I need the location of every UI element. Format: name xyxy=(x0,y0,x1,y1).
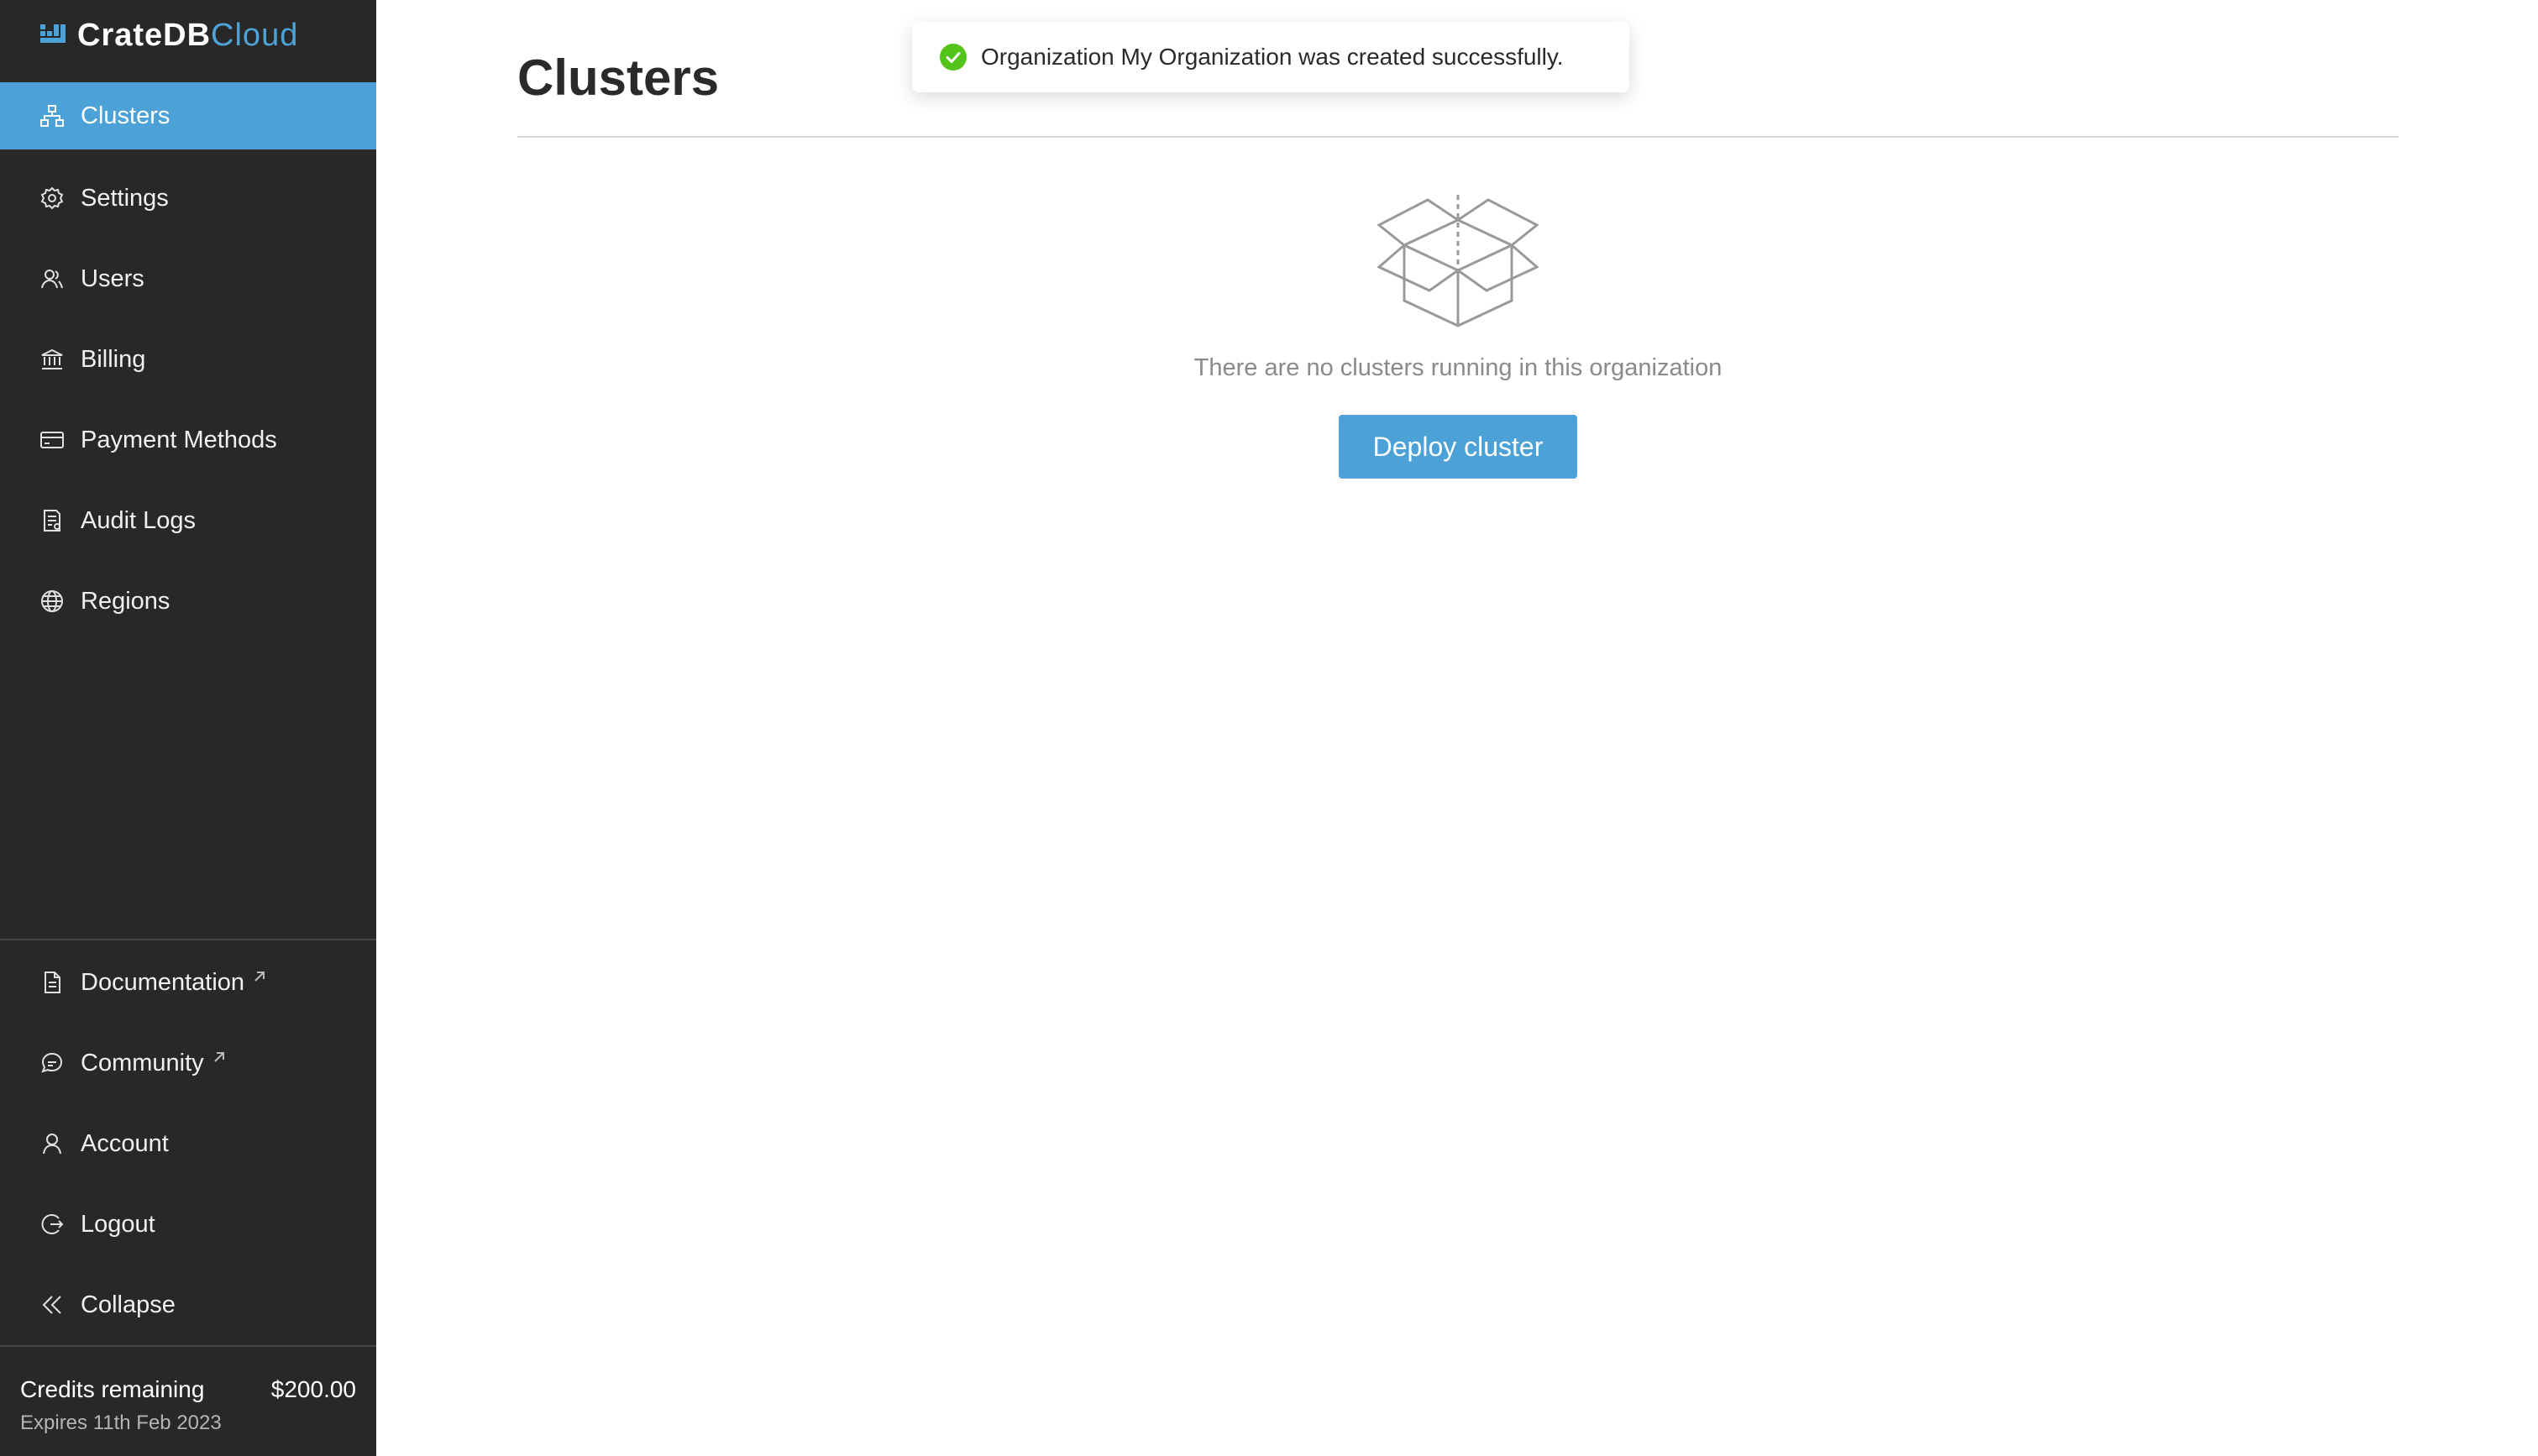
credits-panel: Credits remaining $200.00 Expires 11th F… xyxy=(0,1348,376,1456)
sidebar-item-label: Users xyxy=(81,264,144,292)
credits-expiry: Expires 11th Feb 2023 xyxy=(20,1411,222,1434)
open-box-icon xyxy=(1377,195,1539,327)
sidebar-item-label: Collapse xyxy=(81,1291,176,1318)
check-circle-icon xyxy=(940,44,967,71)
sidebar-divider xyxy=(0,939,376,940)
sidebar-item-settings[interactable]: Settings xyxy=(0,165,376,232)
sidebar-item-label: Account xyxy=(81,1129,169,1157)
clusters-icon xyxy=(39,102,66,129)
success-toast: Organization My Organization was created… xyxy=(912,22,1629,92)
logo-text: CrateDBCloud xyxy=(77,17,299,53)
sidebar-item-clusters[interactable]: Clusters xyxy=(0,82,376,149)
sidebar-item-label: Clusters xyxy=(81,102,170,129)
sidebar-item-label: Community xyxy=(81,1049,204,1076)
sidebar-item-users[interactable]: Users xyxy=(0,245,376,312)
document-icon xyxy=(39,969,66,996)
sidebar-item-label: Regions xyxy=(81,587,170,615)
gear-icon xyxy=(39,185,66,212)
toast-message: Organization My Organization was created… xyxy=(981,44,1564,70)
title-divider xyxy=(517,136,2399,138)
sidebar-item-logout[interactable]: Logout xyxy=(0,1191,376,1258)
cratedb-logo-icon xyxy=(40,24,66,43)
sidebar-item-label: Payment Methods xyxy=(81,426,277,453)
sidebar-item-regions[interactable]: Regions xyxy=(0,568,376,635)
sidebar-item-payment-methods[interactable]: Payment Methods xyxy=(0,406,376,474)
sidebar-item-account[interactable]: Account xyxy=(0,1110,376,1177)
logo[interactable]: CrateDBCloud xyxy=(39,17,298,54)
credits-amount: $200.00 xyxy=(270,1376,356,1402)
sidebar-item-audit-logs[interactable]: Audit Logs xyxy=(0,487,376,554)
sidebar: CrateDBCloud Clusters Settings Users Bil xyxy=(0,0,376,1456)
logout-icon xyxy=(39,1211,66,1238)
credits-label: Credits remaining xyxy=(20,1376,205,1402)
sidebar-item-label: Audit Logs xyxy=(81,506,197,534)
sidebar-item-community[interactable]: Community xyxy=(0,1029,376,1097)
user-icon xyxy=(39,1130,66,1157)
sidebar-item-collapse[interactable]: Collapse xyxy=(0,1271,376,1338)
sidebar-item-label: Billing xyxy=(81,345,146,373)
app-root: CrateDBCloud Clusters Settings Users Bil xyxy=(0,0,2538,1456)
credit-card-icon xyxy=(39,427,66,453)
chat-icon xyxy=(39,1050,66,1076)
external-link-icon xyxy=(254,972,265,982)
external-link-icon xyxy=(213,1052,224,1062)
deploy-cluster-button[interactable]: Deploy cluster xyxy=(1339,415,1577,479)
sidebar-item-billing[interactable]: Billing xyxy=(0,326,376,393)
audit-log-icon xyxy=(39,507,66,534)
sidebar-item-label: Settings xyxy=(81,184,169,212)
page-title: Clusters xyxy=(517,50,720,106)
sidebar-item-label: Documentation xyxy=(81,968,245,996)
sidebar-divider xyxy=(0,1345,376,1347)
sidebar-item-documentation[interactable]: Documentation xyxy=(0,949,376,1016)
users-icon xyxy=(39,265,66,292)
globe-icon xyxy=(39,588,66,615)
bank-icon xyxy=(39,346,66,373)
sidebar-item-label: Logout xyxy=(81,1210,155,1238)
chevrons-left-icon xyxy=(39,1291,66,1318)
empty-state-message: There are no clusters running in this or… xyxy=(1193,354,1723,381)
credits-row: Credits remaining $200.00 xyxy=(20,1376,356,1403)
